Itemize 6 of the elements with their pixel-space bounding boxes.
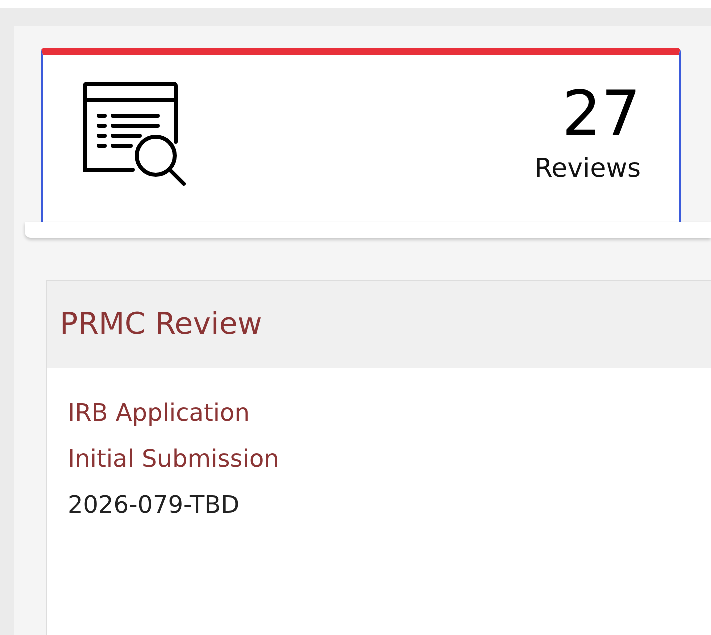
protocol-number: 2026-079-TBD [68,490,240,521]
review-count: 27 [562,79,641,149]
review-link[interactable]: Initial Submission [68,436,280,482]
count-label: Reviews [534,153,641,186]
panel-title: PRMC Review [60,307,262,342]
review-link[interactable]: IRB Application [68,390,250,436]
